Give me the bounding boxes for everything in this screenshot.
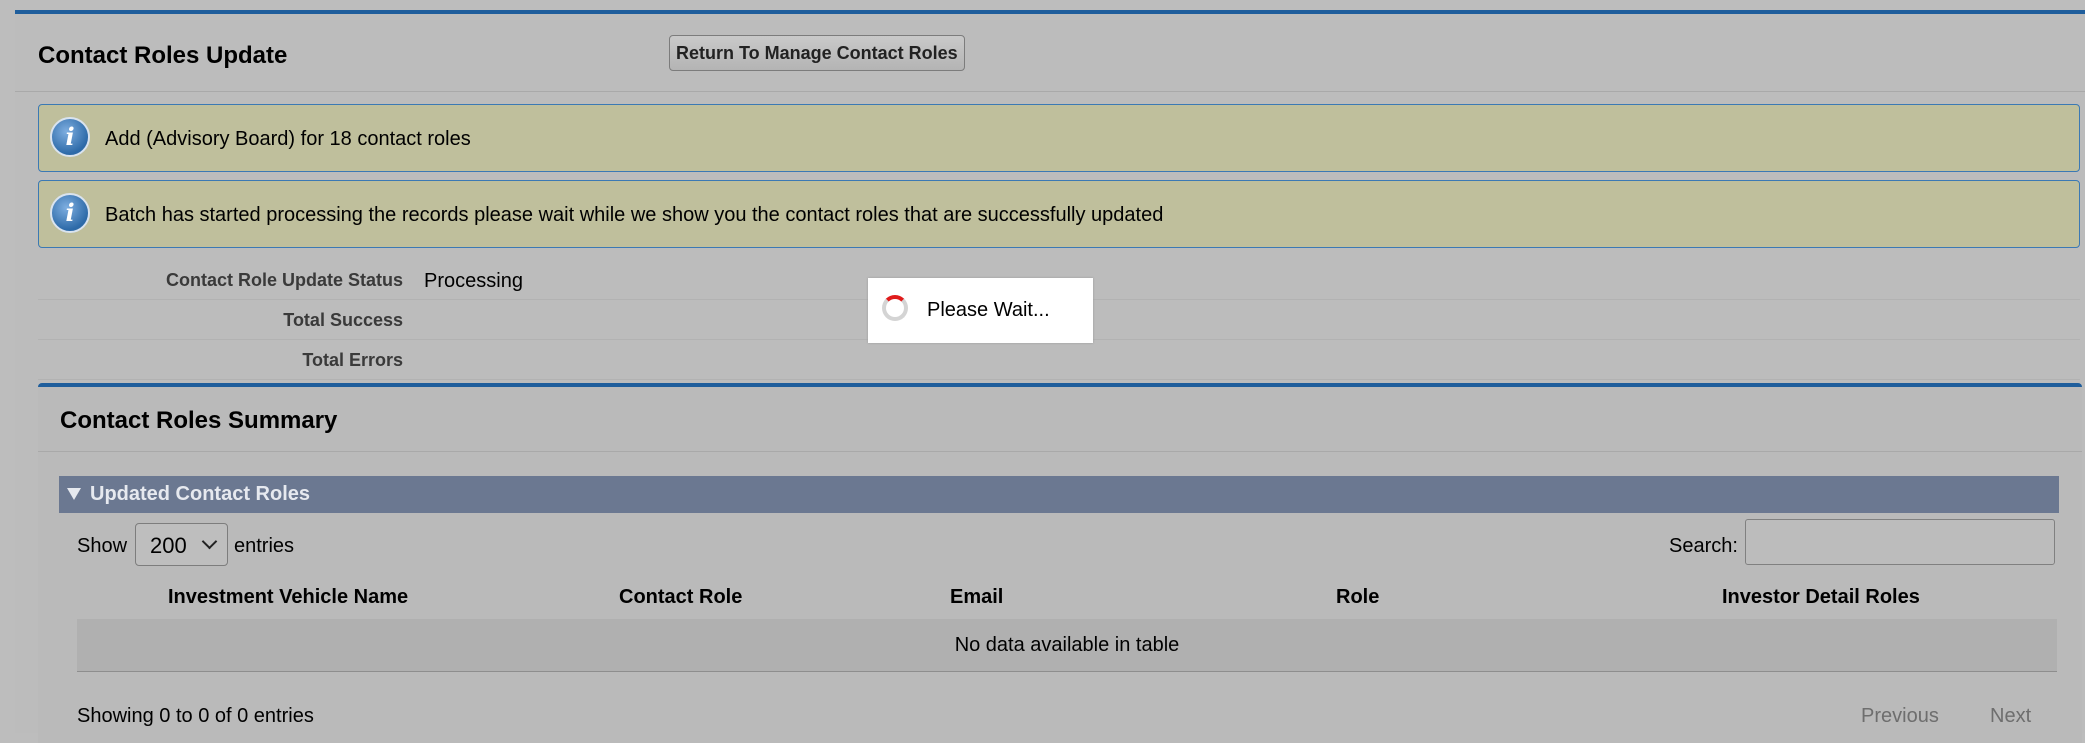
contact-roles-summary-panel: Contact Roles Summary Updated Contact Ro… — [38, 383, 2082, 743]
contact-roles-table: Investment Vehicle Name Contact Role Ema… — [77, 577, 2057, 672]
column-header-investor-detail-roles[interactable]: Investor Detail Roles — [1722, 586, 1920, 609]
collapse-triangle-icon — [67, 488, 81, 500]
column-header-email[interactable]: Email — [950, 586, 1003, 609]
info-message: i Batch has started processing the recor… — [38, 180, 2080, 248]
column-header-role[interactable]: Role — [1336, 586, 1379, 609]
entries-per-page-select[interactable]: 200 — [135, 523, 228, 566]
empty-table-message: No data available in table — [954, 634, 1180, 656]
page-header: Contact Roles Update Return To Manage Co… — [15, 14, 2085, 92]
info-message: i Add (Advisory Board) for 18 contact ro… — [38, 104, 2080, 172]
next-page-button[interactable]: Next — [1990, 705, 2031, 728]
search-label: Search: — [1669, 535, 1738, 557]
detail-value: Processing — [424, 270, 523, 292]
please-wait-text: Please Wait... — [927, 299, 1050, 321]
chevron-down-icon — [201, 533, 218, 550]
search-input[interactable] — [1745, 519, 2055, 565]
entries-per-page-value: 200 — [150, 533, 187, 558]
summary-header: Contact Roles Summary — [38, 387, 2082, 452]
summary-title: Contact Roles Summary — [60, 407, 338, 434]
updated-contact-roles-section-toggle[interactable]: Updated Contact Roles — [59, 476, 2059, 513]
info-icon: i — [50, 193, 90, 233]
loading-spinner-icon — [882, 295, 908, 321]
table-row-empty: No data available in table — [77, 619, 2057, 672]
detail-row-total-errors: Total Errors — [38, 340, 2080, 380]
info-message-text: Add (Advisory Board) for 18 contact role… — [105, 128, 471, 150]
previous-page-button[interactable]: Previous — [1861, 705, 1939, 728]
section-title: Updated Contact Roles — [90, 483, 311, 505]
detail-label: Contact Role Update Status — [165, 270, 403, 290]
return-to-manage-contact-roles-button[interactable]: Return To Manage Contact Roles — [669, 35, 965, 71]
info-message-text: Batch has started processing the records… — [105, 204, 1164, 226]
detail-label: Total Success — [283, 310, 403, 330]
column-header-contact-role[interactable]: Contact Role — [619, 586, 742, 609]
column-header-investment-vehicle-name[interactable]: Investment Vehicle Name — [168, 586, 408, 609]
info-icon: i — [50, 117, 90, 157]
detail-label: Total Errors — [302, 350, 403, 370]
entries-label: entries — [234, 535, 295, 557]
show-label: Show — [77, 535, 128, 557]
table-header: Investment Vehicle Name Contact Role Ema… — [77, 577, 2057, 619]
page-container: Contact Roles Update Return To Manage Co… — [15, 10, 2085, 743]
page-title: Contact Roles Update — [38, 42, 288, 69]
please-wait-overlay: Please Wait... — [868, 278, 1093, 343]
table-info-text: Showing 0 to 0 of 0 entries — [77, 705, 314, 727]
